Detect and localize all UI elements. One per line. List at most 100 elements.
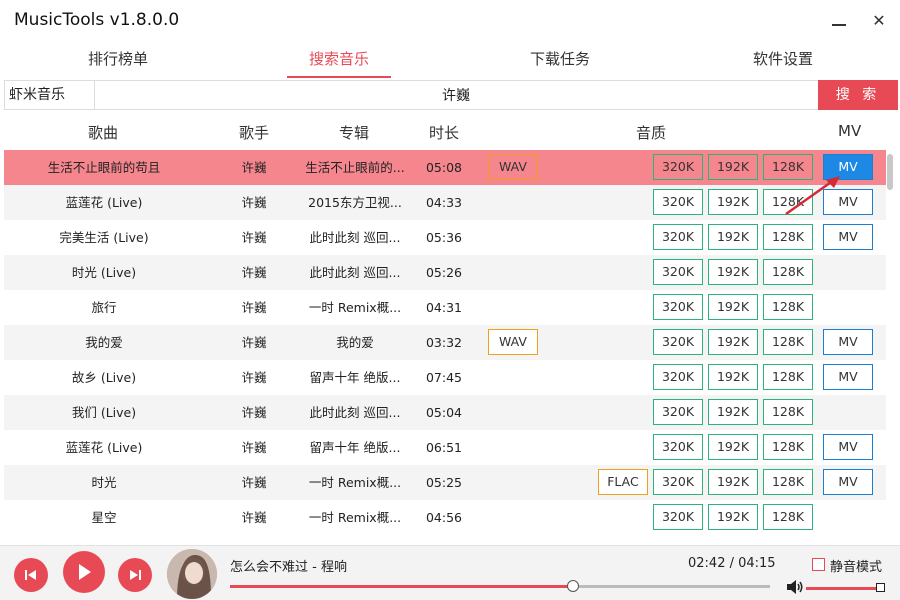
lossless-format-button[interactable]: WAV [488,154,538,180]
progress-knob[interactable] [566,580,579,592]
song-title: 星空 [91,510,117,525]
quality-128k-button[interactable]: 128K [763,399,813,425]
table-row[interactable]: 故乡 (Live) 许巍 留声十年 绝版... 07:45 320K 192K 128K MV [4,360,886,395]
table-row[interactable]: 时光 许巍 一时 Remix概... 05:25 FLAC 320K 192K 128K MV [4,465,886,500]
close-icon[interactable]: ✕ [864,8,894,32]
col-header-singer: 歌手 [239,124,270,142]
quality-128k-button[interactable]: 128K [763,224,813,250]
quality-128k-button[interactable]: 128K [763,294,813,320]
song-duration: 05:25 [425,475,463,490]
song-title: 蓝莲花 (Live) [65,440,143,455]
mv-button[interactable]: MV [823,224,873,250]
quality-192k-button[interactable]: 192K [708,469,758,495]
table-row[interactable]: 星空 许巍 一时 Remix概... 04:56 320K 192K 128K [4,500,886,535]
quality-320k-button[interactable]: 320K [653,469,703,495]
tab-charts[interactable]: 排行榜单 [86,48,150,78]
quality-128k-button[interactable]: 128K [763,469,813,495]
tab-download-tasks[interactable]: 下载任务 [528,48,592,78]
quality-192k-button[interactable]: 192K [708,399,758,425]
scrollbar-thumb[interactable] [887,154,893,190]
album-name: 此时此刻 巡回... [309,230,401,245]
song-title: 生活不止眼前的苟且 [47,160,161,175]
search-button[interactable]: 搜 索 [818,80,898,110]
tab-settings[interactable]: 软件设置 [751,48,815,78]
table-row[interactable]: 时光 (Live) 许巍 此时此刻 巡回... 05:26 320K 192K 128K [4,255,886,290]
quality-320k-button[interactable]: 320K [653,189,703,215]
music-source-select[interactable]: 虾米音乐 [5,81,95,109]
minimize-icon[interactable] [824,8,854,32]
song-title: 蓝莲花 (Live) [65,195,143,210]
mv-button[interactable]: MV [823,469,873,495]
volume-knob[interactable] [876,583,885,592]
quality-320k-button[interactable]: 320K [653,294,703,320]
volume-icon[interactable] [786,579,804,595]
quality-128k-button[interactable]: 128K [763,259,813,285]
table-row[interactable]: 旅行 许巍 一时 Remix概... 04:31 320K 192K 128K [4,290,886,325]
table-row[interactable]: 我们 (Live) 许巍 此时此刻 巡回... 05:04 320K 192K 128K [4,395,886,430]
volume-slider[interactable] [806,587,880,590]
quality-128k-button[interactable]: 128K [763,364,813,390]
quality-192k-button[interactable]: 192K [708,224,758,250]
album-name: 此时此刻 巡回... [309,265,401,280]
singer-name: 许巍 [241,195,267,210]
table-row[interactable]: 完美生活 (Live) 许巍 此时此刻 巡回... 05:36 320K 192K 128K… [4,220,886,255]
quality-192k-button[interactable]: 192K [708,364,758,390]
progress-slider[interactable] [230,580,770,592]
quality-320k-button[interactable]: 320K [653,154,703,180]
singer-name: 许巍 [241,405,267,420]
play-icon[interactable] [63,551,105,593]
lossless-format-button[interactable]: WAV [488,329,538,355]
song-duration: 04:33 [425,195,463,210]
playback-time: 02:42 / 04:15 [688,556,776,571]
quality-128k-button[interactable]: 128K [763,434,813,460]
quality-192k-button[interactable]: 192K [708,504,758,530]
mv-button[interactable]: MV [823,364,873,390]
album-name: 2015东方卫视... [308,195,402,210]
quality-192k-button[interactable]: 192K [708,154,758,180]
singer-name: 许巍 [241,160,267,175]
song-duration: 05:36 [425,230,463,245]
album-cover-image [167,549,217,599]
quality-320k-button[interactable]: 320K [653,259,703,285]
table-row[interactable]: 我的爱 许巍 我的爱 03:32 WAV 320K 192K 128K MV [4,325,886,360]
skip-previous-icon[interactable] [14,558,48,592]
quality-320k-button[interactable]: 320K [653,434,703,460]
quality-320k-button[interactable]: 320K [653,364,703,390]
search-input[interactable] [95,81,817,109]
quality-320k-button[interactable]: 320K [653,329,703,355]
song-duration: 04:56 [425,510,463,525]
table-scrollbar[interactable] [887,150,893,542]
quality-128k-button[interactable]: 128K [763,504,813,530]
song-title: 我的爱 [85,335,123,350]
table-row[interactable]: 蓝莲花 (Live) 许巍 2015东方卫视... 04:33 320K 192K 128K… [4,185,886,220]
quality-192k-button[interactable]: 192K [708,329,758,355]
song-duration: 04:31 [425,300,463,315]
table-row[interactable]: 蓝莲花 (Live) 许巍 留声十年 绝版... 06:51 320K 192K 128K M… [4,430,886,465]
mv-button[interactable]: MV [823,329,873,355]
album-name: 一时 Remix概... [308,510,402,525]
quality-320k-button[interactable]: 320K [653,224,703,250]
mute-checkbox[interactable] [812,558,825,571]
tab-search-music[interactable]: 搜索音乐 [287,48,391,78]
song-title: 旅行 [91,300,117,315]
quality-192k-button[interactable]: 192K [708,434,758,460]
quality-192k-button[interactable]: 192K [708,189,758,215]
mv-button[interactable]: MV [823,434,873,460]
lossless-format-button[interactable]: FLAC [598,469,648,495]
skip-next-icon[interactable] [118,558,152,592]
singer-name: 许巍 [241,265,267,280]
main-tabs: 排行榜单 搜索音乐 下载任务 软件设置 [0,40,900,80]
album-name: 留声十年 绝版... [309,440,401,455]
quality-128k-button[interactable]: 128K [763,329,813,355]
col-header-song: 歌曲 [88,124,119,142]
song-title: 故乡 (Live) [71,370,137,385]
song-duration: 07:45 [425,370,463,385]
quality-192k-button[interactable]: 192K [708,259,758,285]
quality-320k-button[interactable]: 320K [653,504,703,530]
table-header: 歌曲 歌手 专辑 时长 音质 MV [0,115,900,147]
quality-192k-button[interactable]: 192K [708,294,758,320]
table-row[interactable]: 生活不止眼前的苟且 许巍 生活不止眼前的... 05:08 WAV 320K 192K 128… [4,150,886,185]
quality-320k-button[interactable]: 320K [653,399,703,425]
album-name: 一时 Remix概... [308,300,402,315]
song-table: 生活不止眼前的苟且 许巍 生活不止眼前的... 05:08 WAV 320K 192K 128… [4,150,886,542]
